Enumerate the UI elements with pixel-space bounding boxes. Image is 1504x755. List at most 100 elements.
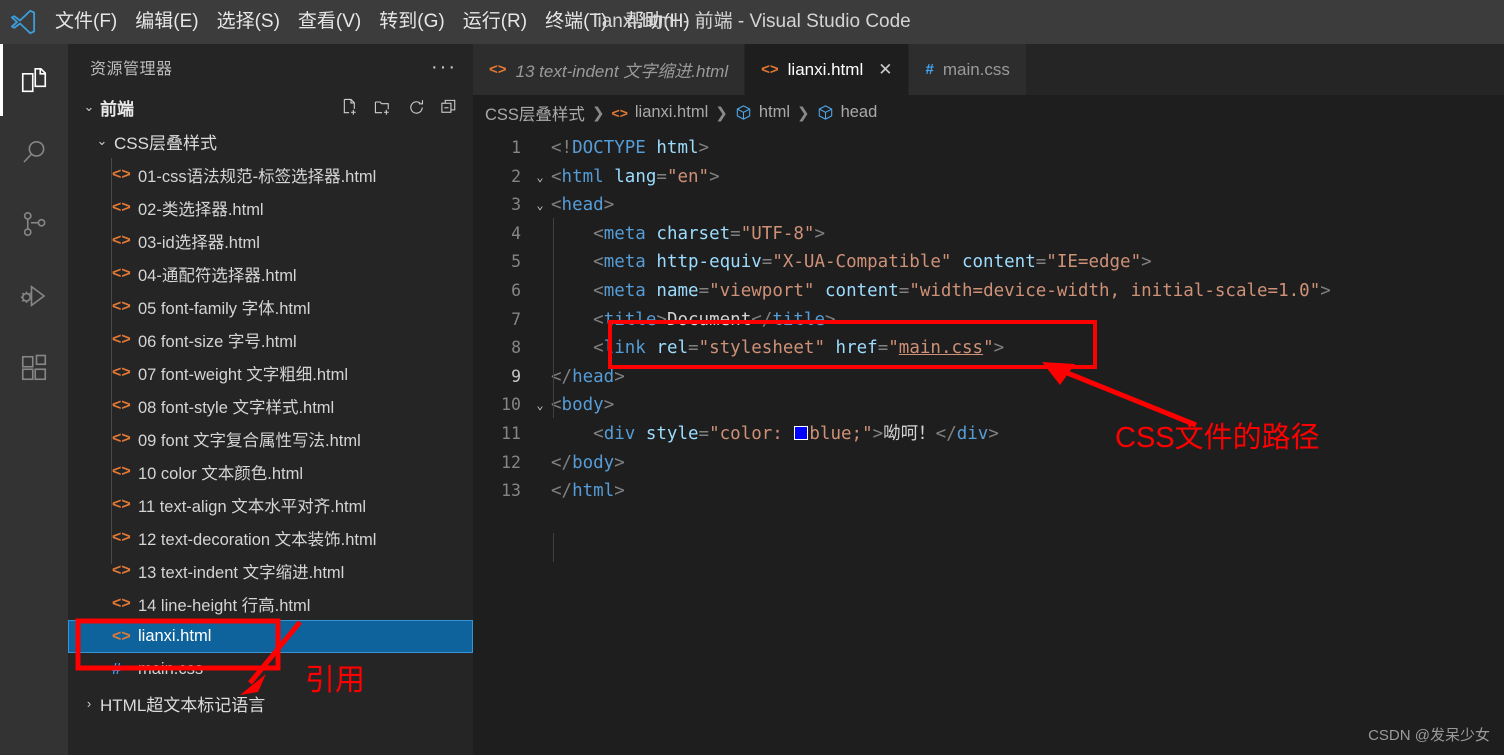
code-text: <link rel="stylesheet" href="main.css"> — [593, 338, 1005, 359]
fold-toggle[interactable]: ⌄ — [529, 391, 551, 420]
tab-text-indent[interactable]: <> 13 text-indent 文字缩进.html — [473, 44, 746, 95]
explorer-icon[interactable] — [0, 44, 68, 116]
list-item[interactable]: <> 05 font-family 字体.html — [68, 290, 473, 323]
code-line[interactable]: 7 <title>Document</title> — [473, 306, 1504, 335]
html-icon: <> — [112, 165, 131, 183]
list-item[interactable]: <> 10 color 文本颜色.html — [68, 455, 473, 488]
menu-bar[interactable]: 文件(F) 编辑(E) 选择(S) 查看(V) 转到(G) 运行(R) 终端(T… — [46, 0, 699, 44]
code-editor[interactable]: 1 <!DOCTYPE html> 2 ⌄ <html lang="en"> 3… — [473, 130, 1504, 562]
code-line[interactable]: 4 <meta charset="UTF-8"> — [473, 220, 1504, 249]
source-control-icon[interactable] — [0, 188, 68, 260]
breadcrumb-label: head — [840, 103, 878, 121]
line-number: 12 — [501, 452, 521, 472]
collapse-all-icon[interactable] — [440, 98, 459, 117]
list-item[interactable]: <> 08 font-style 文字样式.html — [68, 389, 473, 422]
breadcrumb-item-file[interactable]: <> lianxi.html — [612, 103, 709, 122]
sidebar-more-actions-icon[interactable]: ··· — [431, 57, 457, 77]
code-line[interactable]: 11 <div style="color: blue;">呦呵！</div> — [473, 420, 1504, 449]
code-line[interactable]: 2 ⌄ <html lang="en"> — [473, 163, 1504, 192]
list-item[interactable]: <> 03-id选择器.html — [68, 224, 473, 257]
html-icon: <> — [112, 231, 131, 249]
line-number: 3 — [511, 195, 521, 215]
breadcrumb-item-html[interactable]: html — [735, 103, 790, 122]
breadcrumb-item-head[interactable]: head — [817, 103, 878, 122]
list-item[interactable]: <> 01-css语法规范-标签选择器.html — [68, 158, 473, 191]
list-item[interactable]: <> 12 text-decoration 文本装饰.html — [68, 521, 473, 554]
menu-item-selection[interactable]: 选择(S) — [208, 0, 289, 44]
html-icon: <> — [112, 594, 131, 612]
folder-css-layered-styles[interactable]: ⌄ CSS层叠样式 — [68, 124, 473, 158]
tab-bar: <> 13 text-indent 文字缩进.html <> lianxi.ht… — [473, 44, 1504, 95]
code-line[interactable]: 9 </head> — [473, 363, 1504, 392]
sidebar-title: 资源管理器 — [90, 61, 173, 78]
list-item[interactable]: <> 04-通配符选择器.html — [68, 257, 473, 290]
fold-toggle[interactable]: ⌄ — [529, 191, 551, 220]
explorer-root-folder[interactable]: ⌄ 前端 — [68, 90, 473, 124]
html-icon: <> — [761, 61, 779, 78]
file-label: 08 font-style 文字样式.html — [138, 398, 335, 417]
code-line[interactable]: 10 ⌄ <body> — [473, 391, 1504, 420]
close-icon[interactable]: ✕ — [878, 60, 892, 80]
tab-lianxi-html[interactable]: <> lianxi.html ✕ — [745, 44, 910, 95]
list-item-main-css[interactable]: # main.css — [68, 653, 473, 686]
extensions-icon[interactable] — [0, 332, 68, 404]
html-icon: <> — [112, 396, 131, 414]
new-folder-icon[interactable] — [374, 98, 393, 117]
chevron-down-icon[interactable]: ⌄ — [78, 99, 100, 115]
list-item[interactable]: <> 11 text-align 文本水平对齐.html — [68, 488, 473, 521]
html-icon: <> — [112, 297, 131, 315]
list-item[interactable]: <> 06 font-size 字号.html — [68, 323, 473, 356]
menu-item-file[interactable]: 文件(F) — [46, 0, 126, 44]
code-line[interactable]: 8 <link rel="stylesheet" href="main.css"… — [473, 334, 1504, 363]
file-label: 03-id选择器.html — [138, 233, 260, 252]
html-icon: <> — [112, 627, 131, 645]
code-line[interactable]: 5 <meta http-equiv="X-UA-Compatible" con… — [473, 248, 1504, 277]
code-line[interactable]: 3 ⌄ <head> — [473, 191, 1504, 220]
file-label: main.css — [138, 660, 204, 678]
list-item[interactable]: <> 14 line-height 行高.html — [68, 587, 473, 620]
list-item[interactable]: <> 02-类选择器.html — [68, 191, 473, 224]
list-item[interactable]: <> 13 text-indent 文字缩进.html — [68, 554, 473, 587]
search-icon[interactable] — [0, 116, 68, 188]
refresh-icon[interactable] — [407, 98, 426, 117]
tab-label: lianxi.html — [787, 59, 864, 79]
menu-item-view[interactable]: 查看(V) — [289, 0, 370, 44]
html-icon: <> — [112, 561, 131, 579]
code-line[interactable]: 12 </body> — [473, 449, 1504, 478]
file-label: 02-类选择器.html — [138, 200, 264, 219]
menu-item-run[interactable]: 运行(R) — [454, 0, 536, 44]
chevron-down-icon[interactable]: ⌄ — [90, 133, 114, 149]
indent-guide — [553, 218, 554, 418]
html-icon: <> — [489, 61, 507, 78]
code-line[interactable]: 6 <meta name="viewport" content="width=d… — [473, 277, 1504, 306]
list-item[interactable]: <> 09 font 文字复合属性写法.html — [68, 422, 473, 455]
breadcrumb-item-folder[interactable]: CSS层叠样式 — [485, 101, 585, 125]
code-text: <body> — [551, 395, 615, 416]
code-text: <title>Document</title> — [593, 309, 836, 330]
new-file-icon[interactable] — [341, 98, 360, 117]
line-number: 8 — [511, 338, 521, 358]
editor-area: <> 13 text-indent 文字缩进.html <> lianxi.ht… — [473, 44, 1504, 755]
color-swatch[interactable] — [794, 425, 809, 440]
fold-toggle[interactable]: ⌄ — [529, 163, 551, 192]
menu-item-edit[interactable]: 编辑(E) — [126, 0, 207, 44]
run-and-debug-icon[interactable] — [0, 260, 68, 332]
css-icon: # — [925, 61, 934, 78]
chevron-right-icon[interactable]: › — [78, 696, 100, 711]
code-line[interactable]: 13 </html> — [473, 477, 1504, 506]
list-item[interactable]: <> 07 font-weight 文字粗细.html — [68, 356, 473, 389]
tab-main-css[interactable]: # main.css — [909, 44, 1027, 95]
line-number: 4 — [511, 223, 521, 243]
menu-item-go[interactable]: 转到(G) — [370, 0, 453, 44]
code-line[interactable]: 1 <!DOCTYPE html> — [473, 134, 1504, 163]
code-text: </body> — [551, 452, 625, 473]
menu-item-terminal[interactable]: 终端(T) — [536, 0, 616, 44]
file-label: 01-css语法规范-标签选择器.html — [138, 167, 377, 186]
vscode-logo-icon[interactable] — [0, 0, 46, 44]
html-icon: <> — [611, 104, 628, 121]
list-item-lianxi-html[interactable]: <> lianxi.html — [68, 620, 473, 653]
file-list: <> 01-css语法规范-标签选择器.html <> 02-类选择器.html… — [68, 158, 473, 686]
folder-html-markup-language[interactable]: › HTML超文本标记语言 — [68, 686, 473, 720]
css-icon: # — [112, 660, 121, 678]
menu-item-help[interactable]: 帮助(H) — [616, 0, 698, 44]
